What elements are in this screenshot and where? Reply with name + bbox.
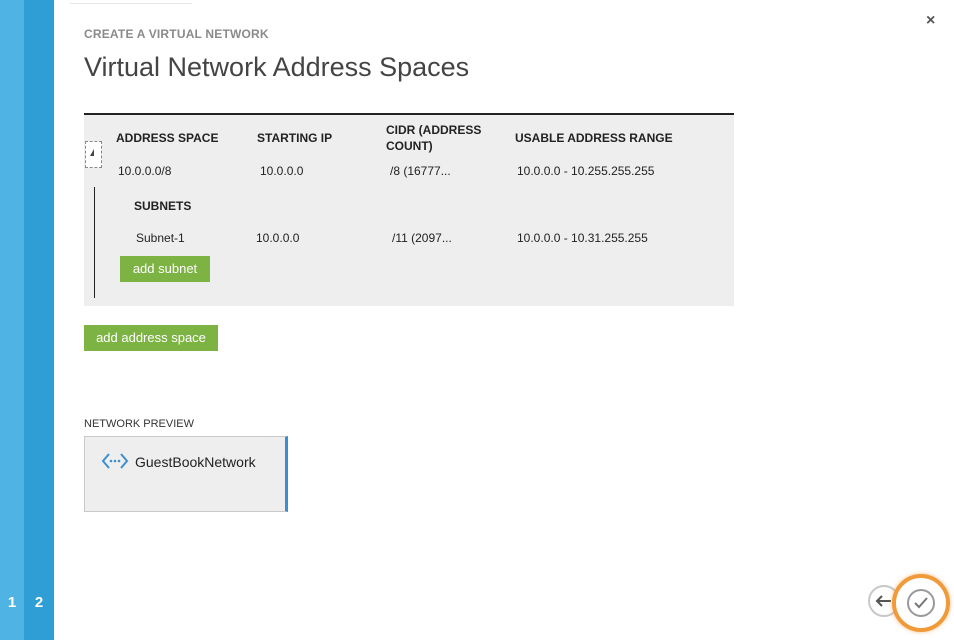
wizard-step-rail-active	[24, 0, 54, 640]
header-address-space: ADDRESS SPACE	[116, 131, 219, 145]
wizard-step-2[interactable]: 2	[27, 594, 51, 611]
subnet-group-rule	[94, 187, 95, 298]
header-cidr-line2: COUNT)	[386, 139, 433, 153]
collapse-arrow-icon	[90, 149, 94, 156]
subnets-heading: SUBNETS	[134, 199, 192, 213]
address-space-panel: ADDRESS SPACE STARTING IP CIDR (ADDRESS …	[84, 113, 734, 306]
subnet-starting-ip[interactable]: 10.0.0.0	[256, 231, 299, 245]
page-title: Virtual Network Address Spaces	[84, 52, 470, 82]
close-button[interactable]: ×	[926, 12, 935, 30]
collapse-toggle[interactable]	[85, 141, 102, 168]
starting-ip-value[interactable]: 10.0.0.0	[260, 164, 303, 178]
network-preview-label: NETWORK PREVIEW	[84, 418, 195, 430]
wizard-step-rail	[0, 0, 24, 640]
cidr-value[interactable]: /8 (16777...	[390, 164, 451, 178]
top-divider	[70, 0, 192, 4]
subnet-cidr[interactable]: /11 (2097...	[392, 231, 452, 245]
finish-button[interactable]	[892, 574, 950, 632]
checkmark-icon	[914, 597, 928, 609]
network-name: GuestBookNetwork	[135, 454, 256, 470]
address-space-value[interactable]: 10.0.0.0/8	[118, 164, 171, 178]
subnet-name[interactable]: Subnet-1	[136, 231, 185, 245]
add-subnet-button[interactable]: add subnet	[120, 256, 210, 282]
header-usable-range: USABLE ADDRESS RANGE	[515, 131, 673, 145]
network-preview-card: GuestBookNetwork	[84, 436, 288, 512]
wizard-step-1[interactable]: 1	[0, 594, 24, 611]
subnet-usable-range: 10.0.0.0 - 10.31.255.255	[517, 231, 648, 245]
header-starting-ip: STARTING IP	[257, 131, 333, 145]
wizard-step-label: CREATE A VIRTUAL NETWORK	[84, 27, 269, 41]
header-cidr-line1: CIDR (ADDRESS	[386, 123, 482, 137]
virtual-network-icon	[101, 451, 129, 476]
usable-range-value: 10.0.0.0 - 10.255.255.255	[517, 164, 655, 178]
finish-button-inner	[907, 589, 935, 617]
add-address-space-button[interactable]: add address space	[84, 325, 218, 351]
